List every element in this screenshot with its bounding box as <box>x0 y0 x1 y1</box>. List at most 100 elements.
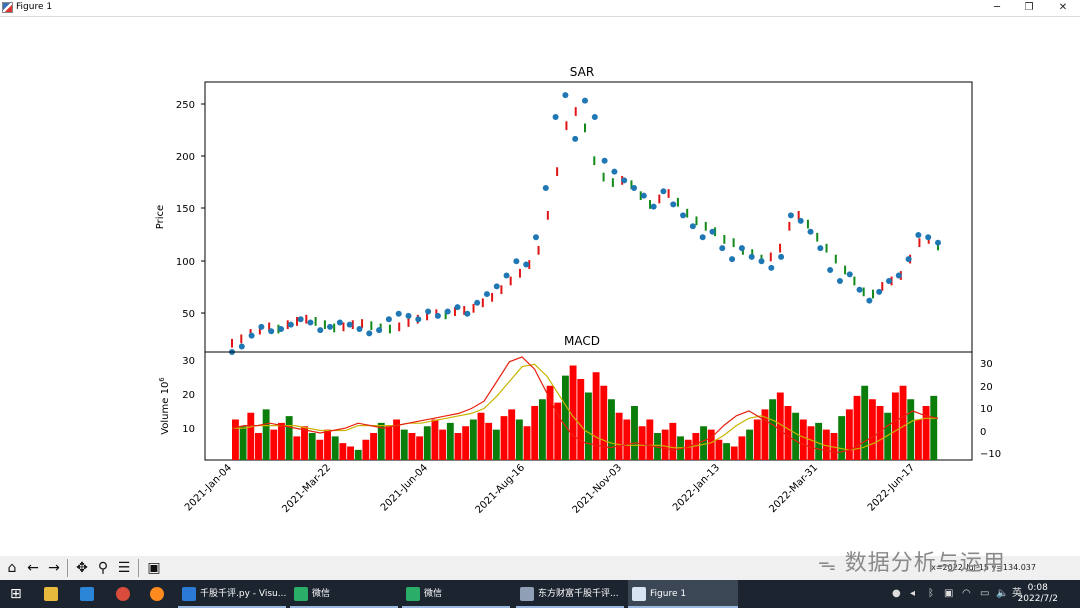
sar-point <box>287 321 294 328</box>
volume-bar <box>707 429 715 460</box>
configure-subplots-icon[interactable]: ☰ <box>115 559 133 577</box>
store-icon[interactable] <box>76 580 98 608</box>
sar-point <box>317 327 324 334</box>
volume-bar <box>746 429 754 460</box>
sar-point <box>327 323 334 330</box>
firefox-icon[interactable] <box>146 580 168 608</box>
volume-bar <box>331 436 339 460</box>
sar-point <box>542 185 549 192</box>
volume-bar <box>431 419 439 460</box>
volume-bar <box>255 433 262 460</box>
volume-bar <box>385 426 393 460</box>
volume-bar <box>784 406 792 460</box>
volume-bar <box>362 439 370 460</box>
svg-text:2021-Aug-16: 2021-Aug-16 <box>474 462 528 516</box>
volume-bar <box>891 392 899 460</box>
volume-bar <box>538 399 546 460</box>
sar-point <box>768 264 775 271</box>
volume-icon[interactable]: 🔈 <box>996 580 1008 608</box>
svg-text:150: 150 <box>176 204 195 215</box>
figure-canvas: SAR Price 50 100 150 200 250 MACD Volume… <box>155 65 1001 516</box>
wechat-tray-icon[interactable]: ● <box>892 580 901 608</box>
sar-point <box>689 223 696 230</box>
sar-point <box>336 319 343 326</box>
close-icon[interactable]: ✕ <box>1046 0 1080 16</box>
volume-bar <box>523 426 531 460</box>
svg-text:250: 250 <box>176 100 195 111</box>
volume-bar <box>769 399 777 460</box>
volume-bar <box>608 399 615 460</box>
sar-point <box>611 168 618 175</box>
home-icon[interactable]: ⌂ <box>3 559 21 577</box>
svg-text:30: 30 <box>182 356 195 367</box>
volume-bar <box>845 409 853 460</box>
file-explorer-icon[interactable] <box>40 580 62 608</box>
volume-bar <box>723 443 731 460</box>
volume-bar <box>347 446 354 460</box>
maximize-icon[interactable]: ❐ <box>1012 0 1046 16</box>
svg-text:2021-Mar-22: 2021-Mar-22 <box>280 462 333 515</box>
sar-point <box>366 330 373 337</box>
sar-point <box>729 256 736 263</box>
volume-bar <box>868 399 876 460</box>
volume-bar <box>815 422 823 460</box>
sar-axes <box>204 81 973 353</box>
sar-point <box>876 288 883 295</box>
volume-bar <box>930 395 938 460</box>
taskbar-item-wechat-2[interactable]: 微信 <box>402 580 510 608</box>
save-icon[interactable]: ▣ <box>145 559 163 577</box>
pan-icon[interactable]: ✥ <box>73 559 91 577</box>
forward-arrow-icon[interactable]: → <box>45 559 63 577</box>
zoom-icon[interactable]: ⚲ <box>94 559 112 577</box>
volume-bar <box>792 412 800 460</box>
sar-point <box>631 185 638 192</box>
volume-bar <box>485 422 493 460</box>
sar-point <box>738 245 745 252</box>
app-tray-icon[interactable]: ▣ <box>944 580 953 608</box>
taskbar-item-wechat-1[interactable]: 微信 <box>290 580 398 608</box>
svg-text:2022-Mar-31: 2022-Mar-31 <box>767 462 820 515</box>
volume-bar <box>285 416 293 460</box>
volume-bar <box>239 426 247 460</box>
sar-point <box>582 97 588 104</box>
sar-point <box>719 245 726 252</box>
sar-point <box>836 277 843 284</box>
sar-point <box>552 113 559 120</box>
sar-point <box>268 328 275 335</box>
clock-time: 0:08 <box>1027 583 1048 593</box>
date-ticks: 2021-Jan-04 2021-Mar-22 2021-Jun-04 2021… <box>183 462 917 516</box>
volume-bar <box>370 433 378 460</box>
price-axis-label: Price <box>155 205 166 229</box>
svg-text:200: 200 <box>176 152 195 163</box>
sar-point <box>454 304 461 311</box>
minimize-icon[interactable]: ─ <box>980 0 1014 16</box>
taskbar-item-figure1[interactable]: Figure 1 <box>628 580 738 608</box>
chrome-icon[interactable] <box>112 580 134 608</box>
wifi-icon[interactable]: ◠ <box>962 580 971 608</box>
bluetooth-icon[interactable]: ᛒ <box>928 580 934 608</box>
battery-icon[interactable]: ▭ <box>980 580 989 608</box>
volume-bar <box>799 419 807 460</box>
wechat-logo-icon: ᯓ <box>818 554 837 575</box>
sar-point <box>591 113 598 120</box>
taskbar-item-vscode[interactable]: 千股千评.py - Visu... <box>178 580 286 608</box>
system-clock[interactable]: 0:08 2022/7/2 <box>1018 583 1058 605</box>
start-button-icon[interactable]: ⊞ <box>6 580 30 608</box>
sar-point <box>758 258 765 265</box>
sar-point <box>709 228 716 235</box>
volume-bar <box>270 429 278 460</box>
arrow-tray-icon[interactable]: ◂ <box>910 580 915 608</box>
sar-point <box>464 310 471 317</box>
back-arrow-icon[interactable]: ← <box>24 559 42 577</box>
volume-bar <box>301 426 308 460</box>
sar-point <box>650 203 657 210</box>
sar-point <box>778 253 785 260</box>
sar-point <box>434 312 441 319</box>
taskbar-item-browser[interactable]: 东方财富千股千评... <box>516 580 624 608</box>
sar-point <box>680 212 687 219</box>
volume-bar <box>700 426 707 460</box>
volume-bar <box>278 422 285 460</box>
volume-bar <box>684 439 692 460</box>
sar-point <box>905 256 912 263</box>
volume-bar <box>592 372 600 460</box>
